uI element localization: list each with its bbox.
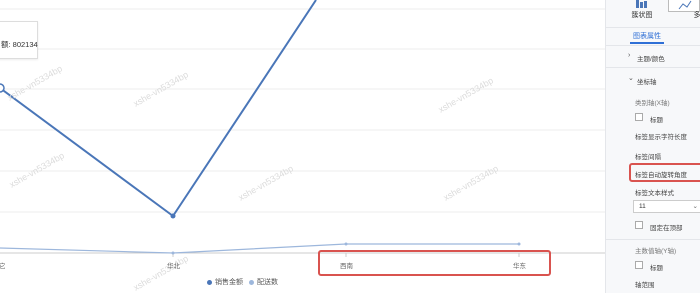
chart-area: xshe-vn5334bp xshe-vn5334bp xshe-vn5334b… bbox=[0, 0, 605, 293]
category-axis-heading: 类别轴(X轴) bbox=[635, 100, 670, 107]
value-axis-heading: 主数值轴(Y轴) bbox=[635, 248, 677, 255]
title-checkbox-label: 标题 bbox=[650, 117, 663, 124]
font-size-value: 11 bbox=[639, 203, 646, 210]
divider bbox=[606, 67, 700, 68]
section-theme-color[interactable]: 主题/颜色 bbox=[637, 53, 665, 63]
divider bbox=[606, 239, 700, 240]
x-labels-highlight-box bbox=[318, 250, 551, 276]
chevron-down-icon: ⌄ bbox=[692, 203, 698, 210]
fixed-top-label: 固定在顶部 bbox=[650, 225, 683, 232]
title-checkbox[interactable] bbox=[635, 113, 643, 121]
label-length-setting[interactable]: 标签显示字符长度 bbox=[635, 131, 687, 141]
chevron-down-icon: ⌄ bbox=[628, 75, 634, 82]
cluster-bar-icon bbox=[636, 0, 647, 8]
label-auto-rotate-setting[interactable]: 标签自动旋转角度 bbox=[635, 169, 687, 179]
x-tick-label: 华北 bbox=[167, 263, 180, 270]
chevron-right-icon: › bbox=[628, 52, 631, 59]
series-delivery-point[interactable] bbox=[517, 242, 521, 246]
series-sales-line bbox=[0, 0, 317, 218]
chart-tooltip: 额: 802134 bbox=[0, 21, 38, 59]
tab-chart-properties[interactable]: 图表属性 bbox=[633, 31, 661, 41]
value-axis-title-label: 标题 bbox=[650, 265, 663, 272]
tooltip-text: 额: 802134 bbox=[1, 40, 38, 49]
x-tick-label: 它 bbox=[0, 263, 6, 270]
divider bbox=[606, 27, 700, 28]
axis-range-setting[interactable]: 轴范围 bbox=[635, 279, 655, 289]
legend-label: 销售金额 bbox=[215, 279, 243, 286]
series-delivery-point[interactable] bbox=[171, 251, 175, 255]
label-interval-setting[interactable]: 标签间隔 bbox=[635, 151, 661, 161]
label-text-style-heading: 标签文本样式 bbox=[635, 190, 674, 197]
legend-dot-icon bbox=[249, 279, 254, 285]
fixed-top-checkbox[interactable] bbox=[635, 221, 643, 229]
chart-type-multiline[interactable]: 多线图 bbox=[662, 0, 700, 24]
legend-dot-icon bbox=[207, 279, 212, 285]
chart-type-cluster[interactable]: 簇状图 bbox=[622, 0, 662, 24]
section-axis[interactable]: 坐标轴 bbox=[637, 76, 657, 86]
legend-label: 配送数 bbox=[257, 279, 278, 286]
font-size-select[interactable]: 11 ⌄ bbox=[633, 200, 700, 213]
properties-panel: 簇状图 多线图 图表属性 › 主题/颜色 ⌄ 坐标轴 类别轴(X轴) 标题 标签… bbox=[605, 0, 700, 293]
series-sales-point[interactable] bbox=[0, 83, 5, 93]
legend-item-delivery[interactable]: 配送数 bbox=[249, 277, 278, 287]
divider bbox=[606, 45, 700, 46]
active-tab-indicator bbox=[630, 42, 664, 44]
legend-item-sales[interactable]: 销售金额 bbox=[207, 277, 243, 287]
chart-type-label: 多线图 bbox=[693, 12, 700, 19]
chart-type-label: 簇状图 bbox=[631, 12, 653, 19]
chart-type-selector: 簇状图 多线图 bbox=[606, 0, 700, 24]
series-delivery-point[interactable] bbox=[344, 242, 348, 246]
series-sales-point[interactable] bbox=[170, 213, 176, 219]
value-axis-title-checkbox[interactable] bbox=[635, 261, 643, 269]
gridlines bbox=[0, 8, 605, 213]
